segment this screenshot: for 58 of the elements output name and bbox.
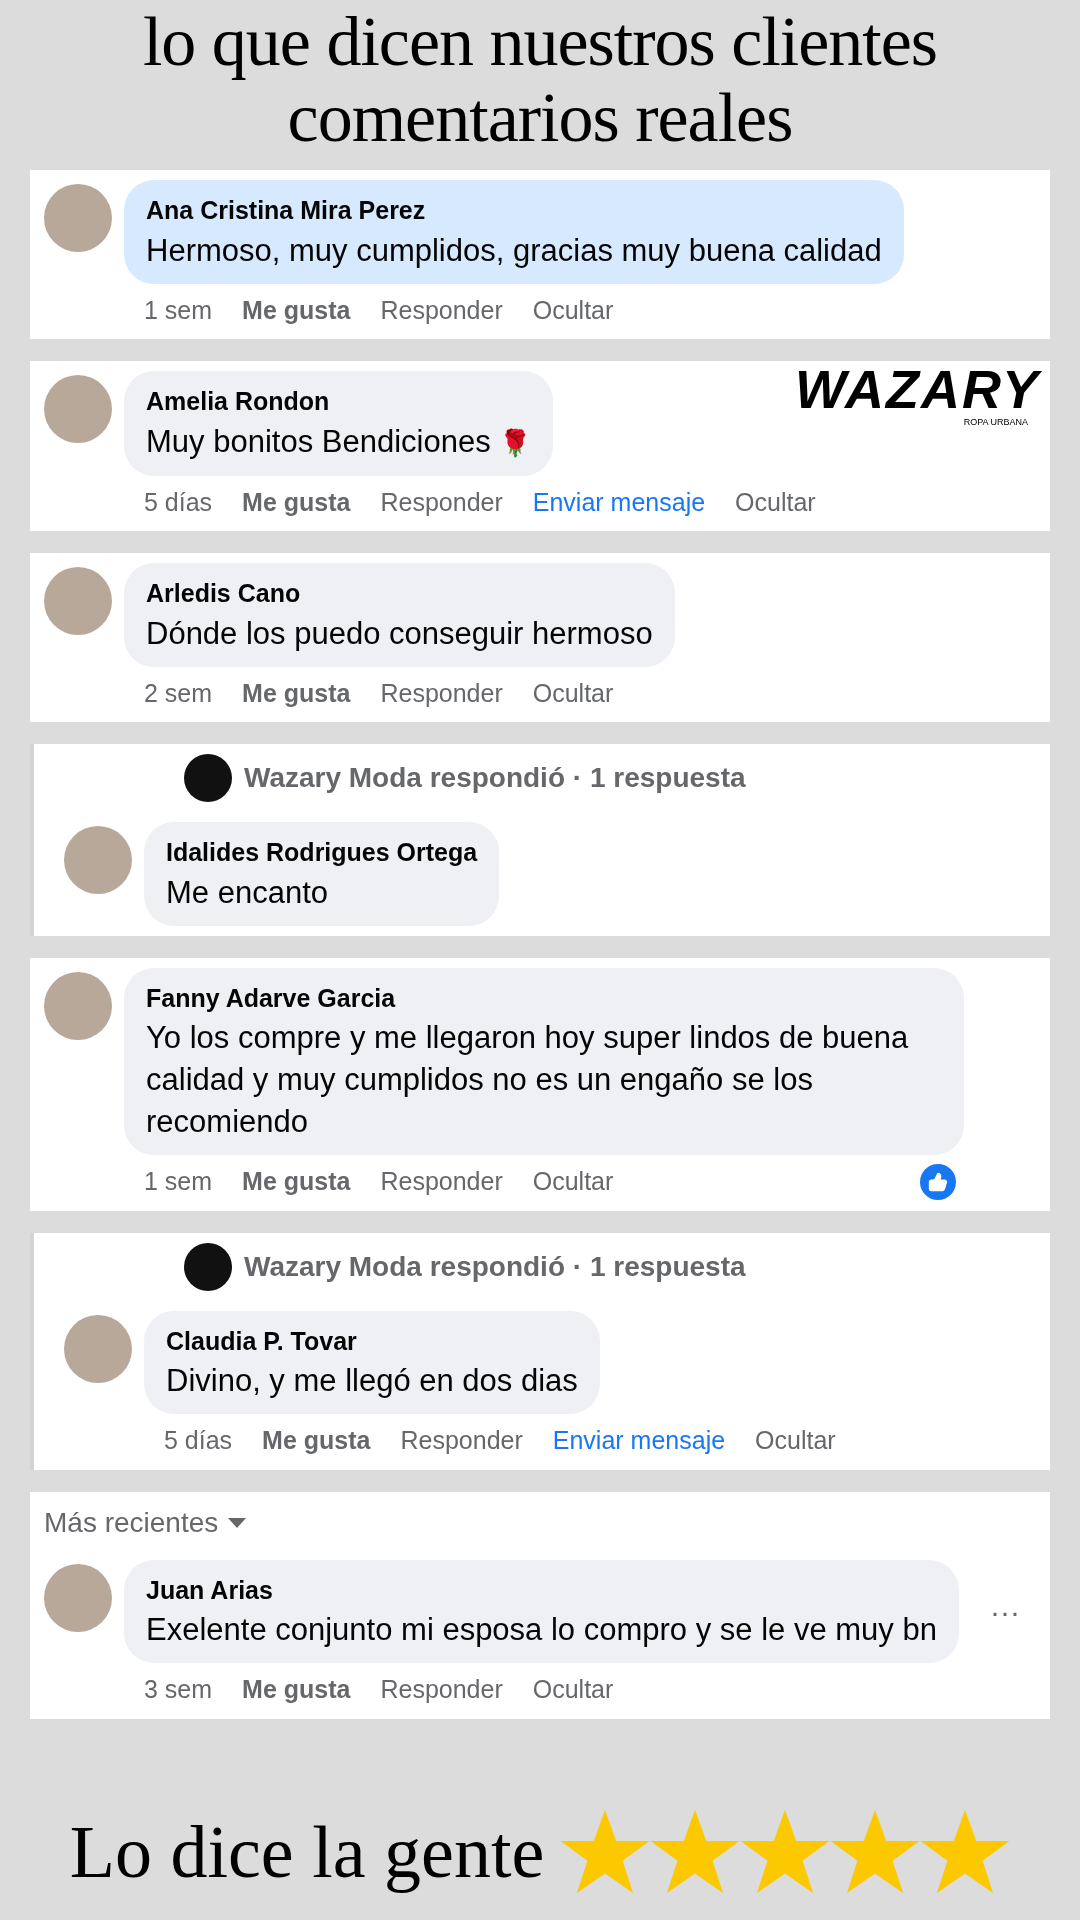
timestamp: 5 días [164,1425,233,1456]
timestamp: 3 sem [144,1674,213,1705]
action-link[interactable]: Responder [380,483,503,521]
star-icon [920,1809,1011,1896]
action-link[interactable]: Me gusta [242,1671,351,1709]
action-link[interactable]: Me gusta [242,1163,351,1201]
timestamp: 2 sem [144,677,213,709]
author-name[interactable]: Claudia P. Tovar [166,1322,578,1360]
comment-text: Divino, y me llegó en dos dias [166,1363,578,1398]
action-link[interactable]: Me gusta [262,1422,371,1460]
star-icon [740,1809,831,1896]
comment-text: Muy bonitos Bendiciones [146,423,491,459]
comment-text: Me encanto [166,874,328,910]
timestamp: 1 sem [144,1166,213,1197]
star-icon [650,1809,741,1896]
rose-emoji: 🌹 [498,427,531,458]
action-link[interactable]: Responder [380,291,503,329]
action-link[interactable]: Enviar mensaje [532,483,706,521]
page-avatar [184,754,232,802]
author-name[interactable]: Arledis Cano [146,575,653,613]
comment-text: Dónde los puedo conseguir hermoso [146,615,653,651]
author-name[interactable]: Fanny Adarve Garcia [146,979,942,1017]
action-link[interactable]: Responder [400,1422,523,1460]
action-link[interactable]: Ocultar [532,1671,614,1709]
brand-logo: WAZARY [795,362,1040,416]
action-link[interactable]: Enviar mensaje [552,1422,726,1460]
headline: comentarios reales [287,80,793,156]
more-options[interactable]: ··· [990,1588,1036,1634]
action-link[interactable]: Ocultar [755,1422,836,1460]
author-name[interactable]: Juan Arias [146,1571,937,1609]
page-avatar [184,1242,232,1291]
logo-tagline: ROPA URBANA [963,416,1028,429]
headline: lo que dicen nuestros clientes [142,4,938,80]
footer-slogan: Lo dice la gente [69,1810,545,1895]
action-link[interactable]: Ocultar [735,483,816,521]
action-link[interactable]: Responder [380,1671,503,1709]
star-icon [560,1809,651,1896]
action-link[interactable]: Responder [380,674,503,712]
comment-text: Exelente conjunto mi esposa lo compro y se le ve muy bn [146,1612,937,1647]
action-link[interactable]: Ocultar [532,291,614,329]
sort-dropdown[interactable]: Más recientes [44,1501,219,1544]
author-name[interactable]: Amelia Rondon [146,383,531,421]
action-link[interactable]: Me gusta [242,291,351,329]
comment-text: Yo los compre y me llegaron hoy super lindos de buena calidad y muy cumplidos no es un engaño se los recomiendo [146,1020,909,1139]
reply-summary[interactable]: Wazary Moda respondió · 1 respuesta [244,757,746,799]
author-name[interactable]: Ana Cristina Mira Perez [146,192,882,230]
action-link[interactable]: Responder [380,1163,503,1201]
caret-icon [226,1515,249,1530]
action-link[interactable]: Ocultar [532,1163,614,1201]
timestamp: 5 días [144,486,213,518]
action-link[interactable]: Ocultar [532,674,614,712]
star-icon [830,1809,921,1896]
comment-text: Hermoso, muy cumplidos, gracias muy buena calidad [146,232,882,268]
author-name[interactable]: Idalides Rodrigues Ortega [166,834,478,872]
timestamp: 1 sem [144,294,213,326]
action-link[interactable]: Me gusta [242,674,351,712]
reply-summary[interactable]: Wazary Moda respondió · 1 respuesta [244,1245,746,1288]
action-link[interactable]: Me gusta [242,483,351,521]
